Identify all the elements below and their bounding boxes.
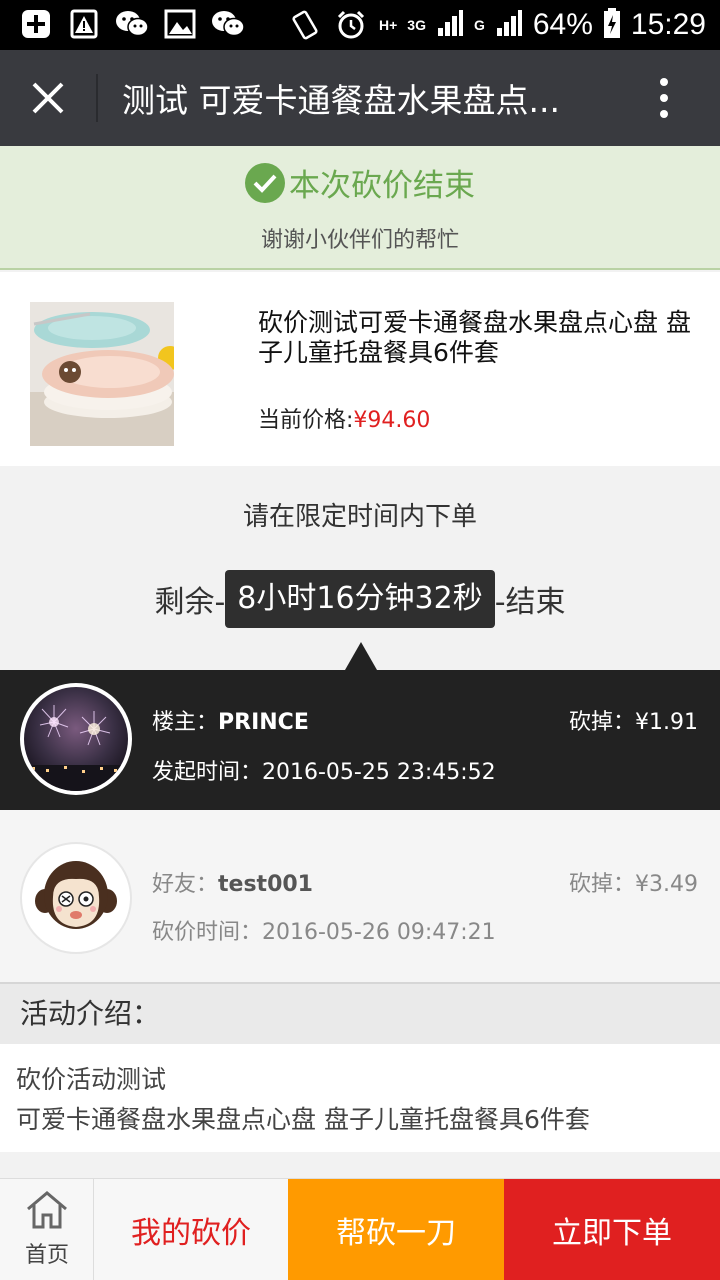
title-bar: 测试 可爱卡通餐盘水果盘点...	[0, 50, 720, 146]
price-label: 当前价格:	[258, 408, 354, 433]
alarm-icon	[333, 7, 369, 43]
price-value: ¥94.60	[353, 408, 431, 433]
friend-row: 好友：test001 砍掉：¥3.49 砍价时间：2016-05-26 09:4…	[0, 810, 720, 982]
wechat-icon	[114, 6, 150, 42]
product-card[interactable]: 砍价测试可爱卡通餐盘水果盘点心盘 盘子儿童托盘餐具6件套 当前价格:¥94.60	[0, 272, 720, 466]
more-icon	[660, 78, 668, 118]
fireworks-avatar-image	[24, 687, 128, 791]
owner-row: 楼主：PRINCE 砍掉：¥1.91 发起时间：2016-05-25 23:45…	[0, 670, 720, 810]
owner-role-label: 楼主：	[152, 710, 219, 735]
image-icon	[162, 6, 198, 42]
bargain-ended-banner: 本次砍价结束 谢谢小伙伴们的帮忙	[0, 146, 720, 270]
order-now-button[interactable]: 立即下单	[504, 1179, 720, 1280]
intro-body: 砍价活动测试 可爱卡通餐盘水果盘点心盘 盘子儿童托盘餐具6件套	[0, 1044, 720, 1152]
countdown-row: 剩余- 8小时16分钟32秒 -结束	[0, 570, 720, 628]
battery-percent: 64%	[532, 8, 593, 41]
home-icon	[27, 1191, 67, 1229]
status-bar: H+ 3G G 64% 15:29	[0, 0, 720, 50]
owner-cut-amount: 砍掉：¥1.91	[569, 710, 698, 735]
clock: 15:29	[630, 8, 706, 41]
signal-3g-label: 3G	[407, 17, 426, 33]
home-button[interactable]: 首页	[0, 1179, 94, 1280]
product-name: 砍价测试可爱卡通餐盘水果盘点心盘 盘子儿童托盘餐具6件套	[258, 308, 691, 367]
status-bar-left-icons	[18, 6, 246, 42]
friend-cut-time: 砍价时间：2016-05-26 09:47:21	[152, 920, 496, 945]
intro-header: 活动介绍：	[0, 982, 720, 1044]
price-row: 当前价格:¥94.60	[258, 402, 430, 434]
intro-line-2: 可爱卡通餐盘水果盘点心盘 盘子儿童托盘餐具6件套	[16, 1105, 590, 1134]
banner-subtitle: 谢谢小伙伴们的帮忙	[260, 228, 459, 253]
close-button[interactable]	[20, 70, 76, 126]
signal-icon	[495, 8, 523, 42]
title-divider	[96, 74, 98, 122]
home-label: 首页	[24, 1243, 69, 1268]
banner-title-row: 本次砍价结束	[0, 160, 720, 205]
wechat-icon	[210, 6, 246, 42]
intro-title: 活动介绍：	[20, 997, 161, 1030]
check-icon	[245, 162, 285, 203]
intro-line-1: 砍价活动测试	[16, 1065, 167, 1094]
my-bargain-button[interactable]: 我的砍价	[94, 1179, 288, 1280]
signal-h-label: H+	[379, 17, 398, 33]
status-bar-right: H+ 3G G 64% 15:29	[287, 0, 706, 50]
countdown-section: 请在限定时间内下单 剩余- 8小时16分钟32秒 -结束	[0, 466, 720, 670]
close-icon	[32, 82, 64, 114]
owner-start-time: 发起时间：2016-05-25 23:45:52	[152, 760, 496, 785]
signal-icon	[436, 8, 464, 42]
avatar[interactable]	[20, 842, 132, 954]
bottom-action-bar: 首页 我的砍价 帮砍一刀 立即下单	[0, 1178, 720, 1280]
battery-icon	[603, 7, 621, 43]
help-cut-button[interactable]: 帮砍一刀	[288, 1179, 504, 1280]
pointer-arrow-icon	[345, 642, 377, 670]
page-title: 测试 可爱卡通餐盘水果盘点...	[122, 81, 560, 120]
countdown-prompt: 请在限定时间内下单	[242, 502, 477, 532]
avatar[interactable]	[20, 683, 132, 795]
friend-role-label: 好友：	[152, 872, 219, 897]
more-button[interactable]	[636, 70, 692, 126]
rotate-icon	[287, 7, 323, 43]
friend-name: test001	[218, 872, 313, 897]
product-image	[30, 302, 174, 446]
add-icon	[18, 6, 54, 42]
countdown-timer: 8小时16分钟32秒	[225, 570, 495, 628]
countdown-suffix: -结束	[494, 585, 566, 620]
owner-name: PRINCE	[218, 710, 309, 735]
monkey-avatar-image	[35, 861, 117, 929]
friend-cut-amount: 砍掉：¥3.49	[569, 872, 698, 897]
countdown-prefix: 剩余-	[154, 585, 226, 620]
signal-g-label: G	[473, 17, 485, 33]
warning-icon	[66, 6, 102, 42]
banner-title: 本次砍价结束	[289, 168, 475, 204]
owner-name-line: 楼主：PRINCE	[152, 704, 309, 736]
friend-name-line: 好友：test001	[152, 866, 313, 898]
